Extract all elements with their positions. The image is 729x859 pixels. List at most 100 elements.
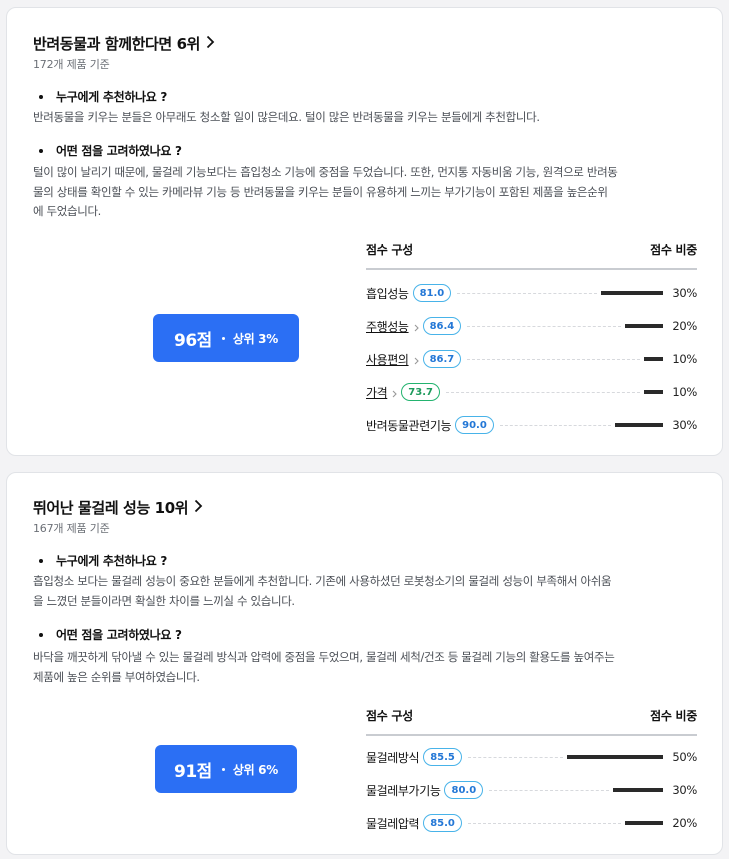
header-weight: 점수 비중: [650, 709, 697, 723]
weight-percent: 20%: [672, 816, 697, 830]
chevron-right-icon: [194, 499, 203, 517]
weight-bar: [601, 291, 663, 295]
chevron-right-icon: [414, 317, 419, 336]
score-row-mop-extra: 물걸레부가기능 80.0 30%: [366, 779, 697, 801]
score-row-convenience[interactable]: 사용편의 86.7 10%: [366, 348, 697, 370]
bullet-dot: [39, 558, 43, 563]
ranking-card-mop: 뛰어난 물걸레 성능 10위 167개 제품 기준 누구에게 추천하나요 ? 흡…: [6, 472, 723, 855]
score-badge: 96점 상위 3%: [153, 314, 299, 362]
score-table-header: 점수 구성 점수 비중: [366, 704, 697, 736]
question-text: 누구에게 추천하나요 ?: [56, 90, 168, 104]
answer-criteria: 털이 많이 날리기 때문에, 물걸레 기능보다는 흡입청소 기능에 중점을 두었…: [33, 163, 696, 222]
chevron-right-icon: [414, 350, 419, 369]
card-title: 반려동물과 함께한다면 6위: [33, 35, 201, 53]
question-text: 어떤 점을 고려하였나요 ?: [56, 628, 182, 642]
score-pill: 73.7: [401, 383, 440, 401]
score-value: 96점: [174, 330, 212, 351]
row-label-link[interactable]: 주행성능: [366, 318, 409, 335]
answer-line: 물의 상태를 확인할 수 있는 카메라뷰 기능 등 반려동물을 키우는 분들이 …: [33, 184, 608, 199]
weight-percent: 30%: [672, 418, 697, 432]
header-weight: 점수 비중: [650, 243, 697, 257]
rank-percent: 상위 6%: [232, 762, 278, 777]
chevron-right-icon: [392, 383, 398, 402]
score-row-price[interactable]: 가격 73.7 10%: [366, 381, 697, 403]
separator-dot: [221, 336, 225, 340]
score-pill: 85.0: [423, 814, 462, 832]
score-badge: 91점 상위 6%: [155, 745, 297, 793]
bullet-dot: [39, 632, 43, 637]
score-pill: 86.7: [422, 350, 462, 368]
dotted-leader: [499, 424, 611, 426]
question-criteria: 어떤 점을 고려하였나요 ?: [33, 626, 182, 643]
answer-criteria: 바닥을 깨끗하게 닦아낼 수 있는 물걸레 방식과 압력에 중점을 두었으며, …: [33, 648, 696, 687]
answer-line: 흡입청소 보다는 물걸레 성능이 중요한 분들에게 추천합니다. 기존에 사용하…: [33, 574, 612, 588]
dotted-leader: [467, 756, 563, 758]
question-text: 누구에게 추천하나요 ?: [56, 554, 168, 568]
weight-bar: [615, 423, 663, 427]
weight-percent: 20%: [672, 319, 697, 333]
score-row-mop-pressure: 물걸레압력 85.0 20%: [366, 812, 697, 834]
answer-line: 제품에 높은 순위를 부여하였습니다.: [33, 669, 200, 684]
row-label-link[interactable]: 사용편의: [366, 351, 409, 368]
answer-line: 을 느꼈던 분들이라면 확실한 차이를 느끼실 수 있습니다.: [33, 593, 295, 608]
weight-bar: [567, 755, 663, 759]
card-subtitle: 172개 제품 기준: [33, 58, 110, 71]
row-label: 물걸레방식: [366, 750, 420, 765]
row-label: 물걸레부가기능: [366, 783, 441, 798]
row-label: 물걸레압력: [366, 816, 420, 831]
row-label: 흡입성능: [366, 286, 409, 301]
answer-line: 반려동물을 키우는 분들은 아무래도 청소할 일이 많은데요. 털이 많은 반려…: [33, 110, 540, 124]
row-label: 반려동물관련기능: [366, 418, 452, 433]
score-row-mop-type: 물걸레방식 85.5 50%: [366, 746, 697, 768]
score-pill: 80.0: [444, 781, 484, 799]
score-row-pet-features: 반려동물관련기능 90.0 30%: [366, 414, 697, 436]
answer-line: 털이 많이 날리기 때문에, 물걸레 기능보다는 흡입청소 기능에 중점을 두었…: [33, 165, 618, 179]
score-table-header: 점수 구성 점수 비중: [366, 238, 697, 270]
header-composition: 점수 구성: [366, 243, 413, 257]
header-composition: 점수 구성: [366, 709, 413, 723]
weight-bar: [644, 390, 663, 394]
weight-bar: [625, 821, 663, 825]
answer-line: 바닥을 깨끗하게 닦아낼 수 있는 물걸레 방식과 압력에 중점을 두었으며, …: [33, 650, 615, 664]
score-value: 91점: [174, 761, 212, 782]
score-pill: 86.4: [422, 317, 462, 335]
dotted-leader: [457, 292, 597, 294]
card-title-link[interactable]: 반려동물과 함께한다면 6위: [33, 33, 215, 54]
score-row-driving[interactable]: 주행성능 86.4 20%: [366, 315, 697, 337]
weight-percent: 30%: [672, 286, 697, 300]
weight-percent: 30%: [672, 783, 697, 797]
score-pill: 85.5: [423, 748, 462, 766]
dotted-leader: [467, 822, 621, 824]
question-who: 누구에게 추천하나요 ?: [33, 88, 167, 105]
bullet-dot: [39, 148, 43, 153]
question-criteria: 어떤 점을 고려하였나요 ?: [33, 142, 182, 159]
answer-who: 반려동물을 키우는 분들은 아무래도 청소할 일이 많은데요. 털이 많은 반려…: [33, 108, 696, 128]
ranking-card-pet: 반려동물과 함께한다면 6위 172개 제품 기준 누구에게 추천하나요 ? 반…: [6, 7, 723, 456]
answer-who: 흡입청소 보다는 물걸레 성능이 중요한 분들에게 추천합니다. 기존에 사용하…: [33, 572, 696, 611]
dotted-leader: [467, 358, 640, 360]
weight-bar: [613, 788, 663, 792]
dotted-leader: [467, 325, 621, 327]
card-title-link[interactable]: 뛰어난 물걸레 성능 10위: [33, 497, 203, 518]
score-pill: 90.0: [455, 416, 494, 434]
row-label-link[interactable]: 가격: [366, 384, 388, 401]
dotted-leader: [489, 789, 609, 791]
dotted-leader: [445, 391, 640, 393]
rank-percent: 상위 3%: [232, 331, 278, 346]
question-who: 누구에게 추천하나요 ?: [33, 552, 167, 569]
card-subtitle: 167개 제품 기준: [33, 522, 110, 535]
answer-line: 에 두었습니다.: [33, 204, 101, 218]
score-row-suction: 흡입성능 81.0 30%: [366, 282, 697, 304]
weight-percent: 10%: [672, 352, 697, 366]
weight-percent: 10%: [672, 385, 697, 399]
question-text: 어떤 점을 고려하였나요 ?: [56, 144, 182, 158]
score-table: 점수 구성 점수 비중 흡입성능 81.0 30% 주행성능 86.4 20% …: [366, 238, 697, 438]
separator-dot: [221, 767, 225, 771]
bullet-dot: [39, 94, 43, 99]
score-table: 점수 구성 점수 비중 물걸레방식 85.5 50% 물걸레부가기능 80.0 …: [366, 704, 697, 844]
weight-bar: [644, 357, 663, 361]
card-title: 뛰어난 물걸레 성능 10위: [33, 499, 189, 517]
weight-bar: [625, 324, 663, 328]
weight-percent: 50%: [672, 750, 697, 764]
score-pill: 81.0: [412, 284, 452, 302]
